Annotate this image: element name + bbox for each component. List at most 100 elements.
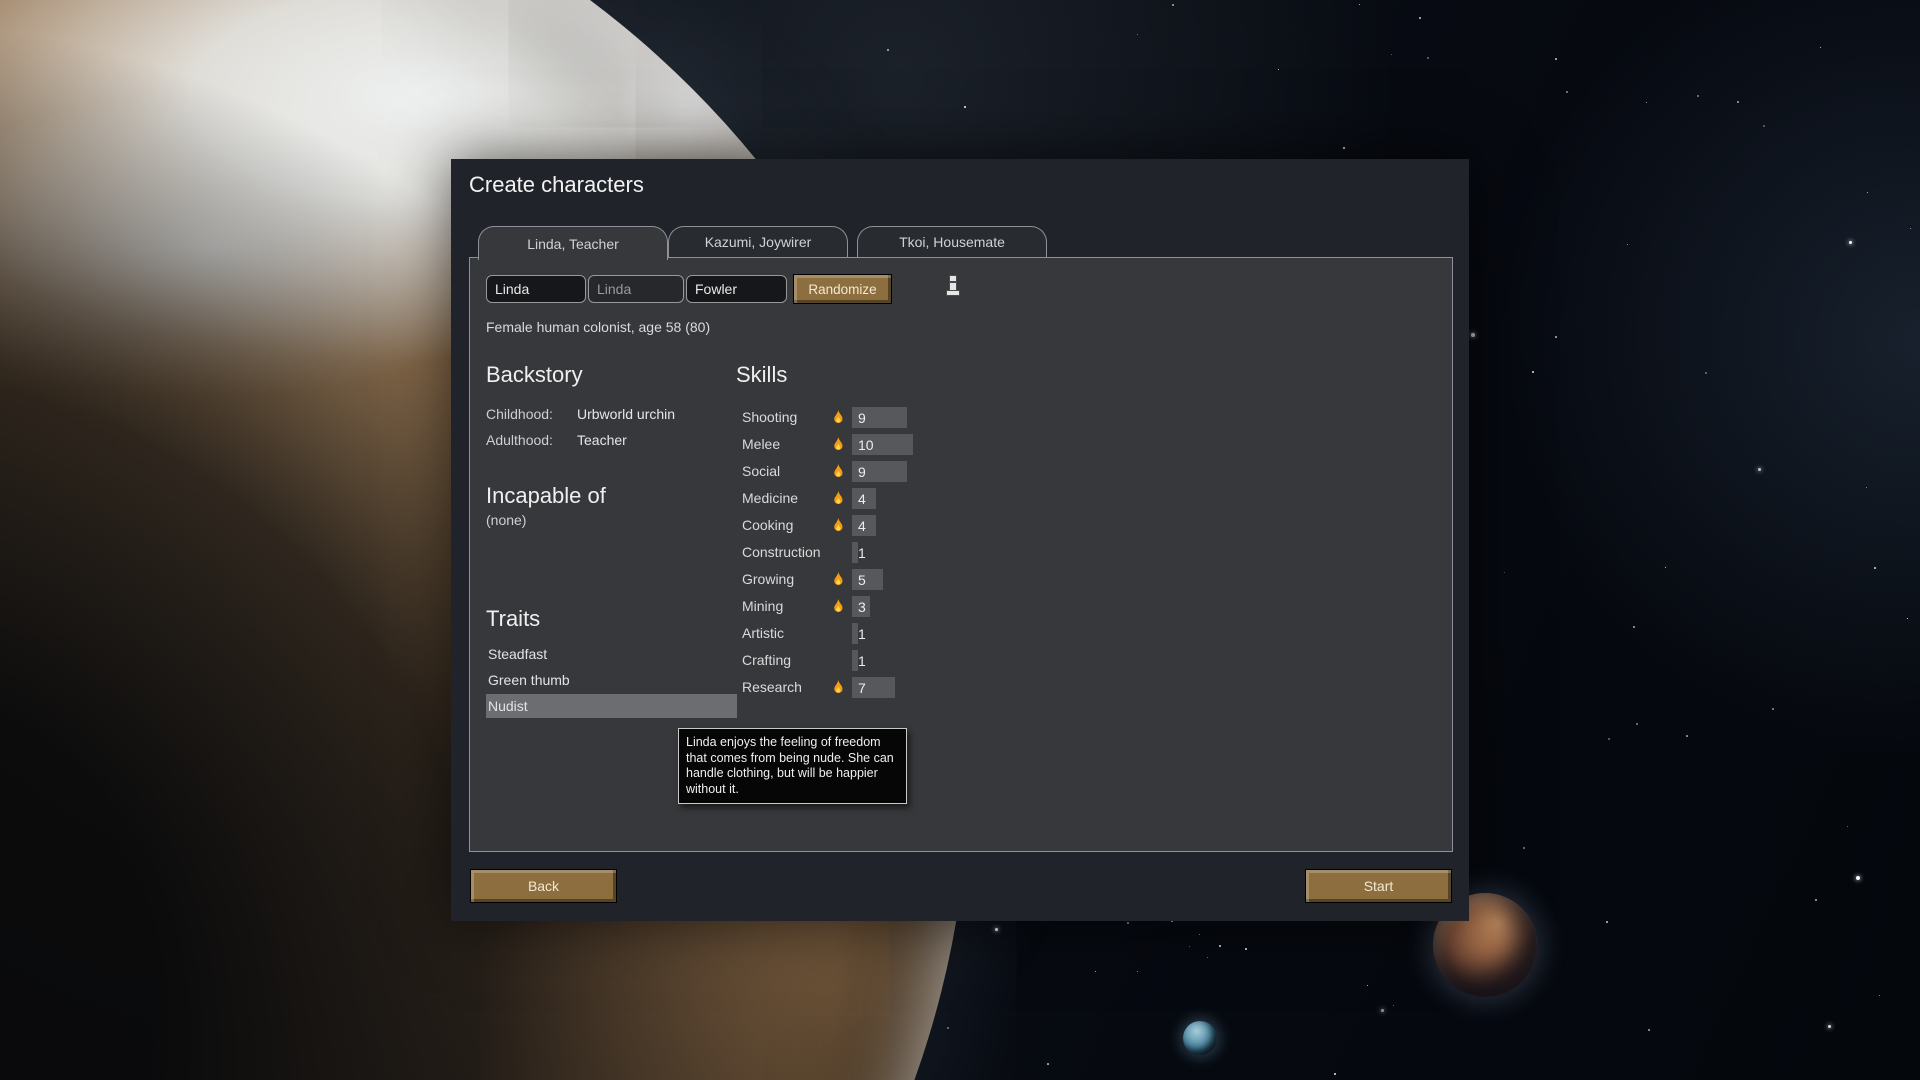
star [1555, 336, 1557, 338]
star [1047, 1063, 1049, 1065]
skill-value: 9 [858, 464, 866, 480]
backstory-label: Childhood: [486, 406, 553, 422]
first-name-input[interactable] [486, 275, 586, 303]
skill-bar: 9 [852, 461, 978, 482]
star [1137, 34, 1139, 36]
star [1199, 934, 1201, 936]
star [1907, 618, 1909, 620]
trait-label: Nudist [488, 698, 528, 714]
tab-label: Tkoi, Housemate [899, 234, 1005, 250]
star [1820, 47, 1822, 49]
skill-label: Crafting [742, 652, 792, 668]
star [1828, 1025, 1831, 1028]
skill-value: 7 [858, 680, 866, 696]
skill-bar: 4 [852, 488, 978, 509]
skill-bar: 7 [852, 677, 978, 698]
passion-flame-icon [834, 599, 843, 613]
star [1867, 192, 1869, 194]
star [1504, 572, 1506, 574]
star [1381, 1009, 1384, 1012]
skill-row: Social 9 [736, 458, 996, 485]
backstory-value: Teacher [577, 432, 627, 448]
star [1763, 125, 1765, 127]
star [1532, 371, 1534, 373]
star [1847, 826, 1849, 828]
tab-tkoi-housemate[interactable]: Tkoi, Housemate [857, 226, 1047, 257]
backstory-childhood-row: Childhood: Urbworld urchin [486, 406, 726, 422]
skill-row: Construction 1 [736, 539, 996, 566]
info-icon[interactable] [946, 276, 960, 295]
skill-bar: 10 [852, 434, 978, 455]
back-button[interactable]: Back [470, 869, 617, 903]
trait-label: Green thumb [488, 672, 570, 688]
passion-flame-icon [834, 464, 843, 478]
star [1627, 244, 1629, 246]
passion-flame-icon [834, 518, 843, 532]
skill-label: Melee [742, 436, 781, 452]
skill-value: 9 [858, 410, 866, 426]
skill-row: Shooting 9 [736, 404, 996, 431]
tab-kazumi-joywirer[interactable]: Kazumi, Joywirer [668, 226, 848, 257]
star [1686, 735, 1688, 737]
skill-label: Social [742, 463, 781, 479]
passion-flame-icon [832, 572, 845, 587]
skill-bar-fill [852, 569, 883, 590]
star [1697, 95, 1700, 98]
skill-value: 4 [858, 491, 866, 507]
skill-value: 1 [858, 626, 866, 642]
skill-row: Cooking 4 [736, 512, 996, 539]
passion-flame-icon [832, 410, 845, 425]
star [1419, 17, 1422, 20]
star [1566, 91, 1568, 93]
info-icon-stem [950, 283, 956, 291]
screen: Create characters Linda, Teacher Kazumi,… [0, 0, 1920, 1080]
star [1278, 69, 1280, 71]
tab-linda-teacher[interactable]: Linda, Teacher [478, 226, 668, 260]
skill-label: Construction [742, 544, 821, 560]
star [1367, 985, 1369, 987]
passion-flame-icon [834, 680, 843, 694]
tab-label: Linda, Teacher [527, 235, 619, 252]
last-name-input[interactable] [686, 275, 787, 303]
star [1189, 946, 1191, 948]
planet-small-blue [1183, 1021, 1217, 1055]
star [1219, 945, 1221, 947]
skill-bar: 3 [852, 596, 978, 617]
star [887, 49, 890, 52]
skill-label: Growing [742, 571, 795, 587]
skill-label: Medicine [742, 490, 799, 506]
trait-green-thumb[interactable]: Green thumb [486, 668, 737, 692]
info-icon-base [947, 291, 959, 295]
skill-row: Growing 5 [736, 566, 996, 593]
star [1646, 102, 1648, 104]
skill-value: 4 [858, 518, 866, 534]
passion-flame-icon [832, 491, 845, 506]
backstory-heading: Backstory [486, 362, 583, 387]
trait-nudist[interactable]: Nudist [486, 694, 737, 718]
star [1910, 228, 1912, 230]
randomize-button[interactable]: Randomize [793, 274, 892, 304]
trait-steadfast[interactable]: Steadfast [486, 642, 737, 666]
star [1633, 626, 1635, 628]
passion-flame-icon [834, 410, 843, 424]
skill-bar: 1 [852, 623, 978, 644]
star [995, 928, 998, 931]
skill-label: Mining [742, 598, 784, 614]
star [1359, 4, 1361, 6]
traits-heading: Traits [486, 606, 541, 631]
star [1334, 1073, 1337, 1076]
start-button[interactable]: Start [1305, 869, 1452, 903]
nickname-input[interactable] [588, 275, 684, 303]
star [1758, 468, 1762, 472]
star [1172, 4, 1174, 6]
star [1849, 241, 1852, 244]
star [1608, 738, 1611, 741]
star [1815, 899, 1817, 901]
star [1772, 708, 1774, 710]
incapable-value: (none) [486, 512, 527, 528]
skill-value: 10 [858, 437, 874, 453]
backstory-value: Urbworld urchin [577, 406, 676, 422]
passion-flame-icon [834, 437, 843, 451]
skill-bar: 5 [852, 569, 978, 590]
star [1393, 1005, 1395, 1007]
